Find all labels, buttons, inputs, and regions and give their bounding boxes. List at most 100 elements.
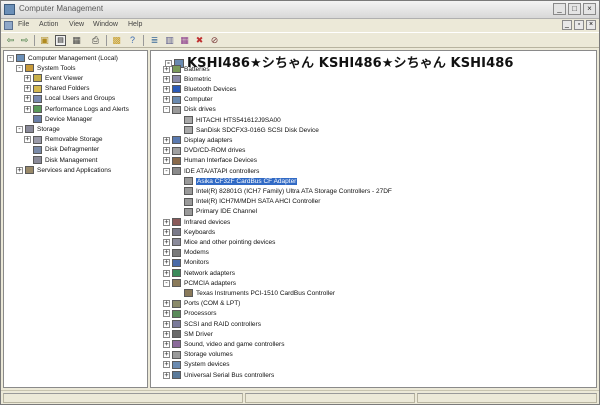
device-category[interactable]: + Bluetooth Devices — [163, 84, 236, 94]
menu-help[interactable]: Help — [128, 21, 142, 28]
device-category[interactable]: + Human Interface Devices — [163, 156, 257, 166]
device-item[interactable]: Intel(R) ICH7M/MDH SATA AHCI Controller — [175, 197, 320, 207]
tree-item[interactable]: Device Manager — [24, 114, 92, 124]
collapse-toggle[interactable]: - — [16, 64, 23, 72]
back-icon[interactable]: ⇦ — [5, 35, 16, 46]
collapse-toggle[interactable]: - — [163, 279, 170, 287]
tree-item[interactable]: - Storage — [16, 124, 60, 134]
device-item[interactable]: Intel(R) 82801G (ICH7 Family) Ultra ATA … — [175, 186, 392, 196]
expand-toggle[interactable]: + — [163, 147, 170, 155]
disable-icon[interactable]: ⊘ — [209, 35, 220, 46]
maximize-button[interactable]: □ — [568, 3, 581, 15]
device-category[interactable]: - PCMCIA adapters — [163, 278, 236, 288]
show-hide-tree-icon[interactable]: ▤ — [55, 35, 66, 46]
expand-toggle[interactable]: + — [163, 228, 170, 236]
title-bar[interactable]: Computer Management _ □ × — [1, 1, 599, 19]
tree-item[interactable]: + Services and Applications — [16, 165, 111, 175]
expand-toggle[interactable]: + — [163, 85, 170, 93]
device-category[interactable]: + Biometric — [163, 74, 211, 84]
expand-toggle[interactable]: + — [163, 340, 170, 348]
device-category[interactable]: + Display adapters — [163, 135, 232, 145]
refresh-icon[interactable]: ▦ — [71, 35, 82, 46]
device-item[interactable]: Texas Instruments PCI-1510 CardBus Contr… — [175, 288, 335, 298]
expand-toggle[interactable]: + — [163, 330, 170, 338]
collapse-toggle[interactable]: - — [163, 167, 170, 175]
tree-item[interactable]: + Removable Storage — [24, 135, 102, 145]
scan-hardware-icon[interactable]: ▥ — [164, 35, 175, 46]
tree-item[interactable]: - Computer Management (Local) — [7, 53, 118, 63]
expand-toggle[interactable]: + — [163, 320, 170, 328]
device-category[interactable]: + Monitors — [163, 258, 209, 268]
child-minimize-button[interactable]: _ — [562, 20, 572, 30]
device-category[interactable]: - IDE ATA/ATAPI controllers — [163, 166, 259, 176]
forward-icon[interactable]: ⇨ — [19, 35, 30, 46]
device-category[interactable]: + SCSI and RAID controllers — [163, 319, 261, 329]
collapse-toggle[interactable]: - — [7, 54, 14, 62]
expand-toggle[interactable]: + — [163, 249, 170, 257]
expand-toggle[interactable]: + — [24, 85, 31, 93]
expand-toggle[interactable]: + — [24, 105, 31, 113]
expand-toggle[interactable]: + — [163, 259, 170, 267]
expand-toggle[interactable]: + — [24, 74, 31, 82]
minimize-button[interactable]: _ — [553, 3, 566, 15]
child-restore-button[interactable]: ▫ — [574, 20, 584, 30]
expand-toggle[interactable]: + — [163, 361, 170, 369]
document-menu-icon[interactable] — [4, 21, 13, 30]
device-category[interactable]: + Batteries — [163, 64, 210, 74]
menu-file[interactable]: File — [18, 21, 29, 28]
expand-toggle[interactable]: + — [163, 300, 170, 308]
expand-toggle[interactable]: + — [24, 136, 31, 144]
device-category[interactable]: + Infrared devices — [163, 217, 230, 227]
device-category[interactable]: + Modems — [163, 248, 209, 258]
uninstall-icon[interactable]: ✖ — [194, 35, 205, 46]
expand-toggle[interactable]: + — [163, 238, 170, 246]
expand-toggle[interactable]: + — [16, 166, 23, 174]
expand-toggle[interactable]: + — [163, 310, 170, 318]
menu-window[interactable]: Window — [93, 21, 118, 28]
device-category[interactable]: + SM Driver — [163, 329, 213, 339]
device-category[interactable]: + Universal Serial Bus controllers — [163, 370, 274, 380]
device-category[interactable]: + Processors — [163, 309, 217, 319]
tree-item[interactable]: - System Tools — [16, 63, 76, 73]
device-item[interactable]: SanDisk SDCFX3-016G SCSI Disk Device — [175, 125, 319, 135]
print-icon[interactable]: ⎙ — [90, 35, 101, 46]
expand-toggle[interactable]: + — [163, 218, 170, 226]
expand-toggle[interactable]: + — [163, 136, 170, 144]
device-item[interactable]: Asika CF32F CardBus CF Adapter — [175, 176, 298, 186]
up-folder-icon[interactable]: ▣ — [39, 35, 50, 46]
close-button[interactable]: × — [583, 3, 596, 15]
device-category[interactable]: + Storage volumes — [163, 350, 233, 360]
tree-item[interactable]: Disk Management — [24, 155, 97, 165]
export-list-icon[interactable]: ▩ — [111, 35, 122, 46]
help-icon[interactable]: ? — [127, 35, 138, 46]
properties-icon[interactable]: ≣ — [149, 35, 160, 46]
tree-item[interactable]: + Event Viewer — [24, 73, 83, 83]
expand-toggle[interactable]: + — [163, 157, 170, 165]
device-category[interactable]: - Disk drives — [163, 105, 216, 115]
menu-view[interactable]: View — [69, 21, 84, 28]
device-category[interactable]: + System devices — [163, 360, 230, 370]
expand-toggle[interactable]: + — [163, 351, 170, 359]
device-category[interactable]: + Mice and other pointing devices — [163, 237, 275, 247]
collapse-toggle[interactable]: - — [163, 106, 170, 114]
device-category[interactable]: + Keyboards — [163, 227, 215, 237]
expand-toggle[interactable]: + — [163, 65, 170, 73]
tree-item[interactable]: + Performance Logs and Alerts — [24, 104, 129, 114]
device-item[interactable]: HITACHI HTS541612J9SA00 — [175, 115, 281, 125]
expand-toggle[interactable]: + — [163, 96, 170, 104]
collapse-toggle[interactable]: - — [16, 125, 23, 133]
menu-action[interactable]: Action — [39, 21, 58, 28]
tree-item[interactable]: + Local Users and Groups — [24, 94, 115, 104]
device-category[interactable]: + Sound, video and game controllers — [163, 339, 284, 349]
device-item[interactable]: Primary IDE Channel — [175, 207, 257, 217]
update-driver-icon[interactable]: ▦ — [179, 35, 190, 46]
expand-toggle[interactable]: + — [24, 95, 31, 103]
tree-item[interactable]: Disk Defragmenter — [24, 145, 99, 155]
tree-item[interactable]: + Shared Folders — [24, 84, 89, 94]
device-category[interactable]: + Computer — [163, 95, 213, 105]
device-category[interactable]: + Network adapters — [163, 268, 235, 278]
device-category[interactable]: + Ports (COM & LPT) — [163, 299, 240, 309]
child-close-button[interactable]: × — [586, 20, 596, 30]
expand-toggle[interactable]: + — [163, 371, 170, 379]
expand-toggle[interactable]: + — [163, 269, 170, 277]
